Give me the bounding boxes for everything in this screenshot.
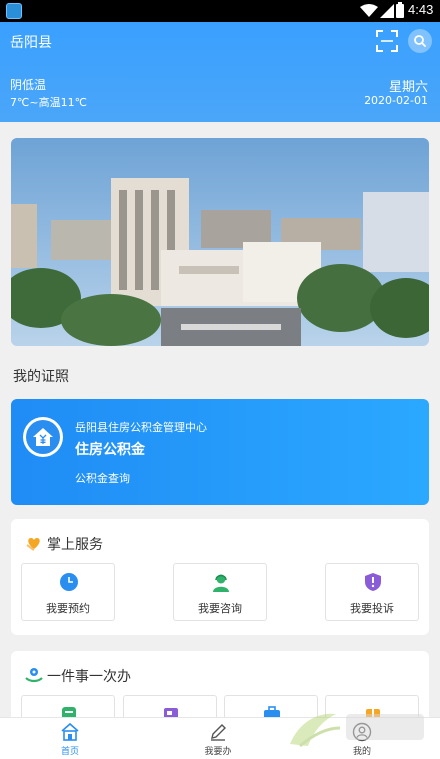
house-yuan-icon — [26, 420, 60, 454]
nav-apply[interactable]: 我要办 — [188, 718, 248, 759]
wifi-icon — [360, 4, 378, 17]
home-icon — [61, 722, 79, 741]
heart-hand-icon — [26, 538, 40, 551]
battery-icon — [396, 2, 404, 18]
consultation-label: 我要咨询 — [198, 602, 242, 615]
complaint-label: 我要投诉 — [350, 602, 394, 615]
nav-home-label: 首页 — [60, 747, 79, 757]
app-notification-icon — [6, 3, 22, 19]
clock-icon — [60, 573, 78, 591]
nav-apply-label: 我要办 — [204, 747, 232, 757]
one-thing-title: 一件事一次办 — [47, 669, 131, 685]
banner-image[interactable] — [11, 138, 429, 346]
current-date: 2020-02-01 — [364, 94, 428, 107]
status-time: 4:43 — [408, 2, 434, 17]
consultant-icon — [213, 574, 229, 592]
license-name: 住房公积金 — [75, 442, 145, 458]
services-panel: 掌上服务 我要预约 我要咨询 我要投诉 — [11, 519, 429, 635]
temperature-range: 7℃~高温11℃ — [10, 96, 87, 109]
government-building-photo — [11, 138, 429, 346]
status-bar: 4:43 — [0, 0, 440, 22]
weather-condition: 阴低温 — [10, 78, 47, 92]
fund-query-link[interactable]: 公积金查询 — [75, 470, 130, 486]
consultation-tile[interactable]: 我要咨询 — [173, 563, 267, 621]
watermark-logo — [290, 713, 424, 748]
pen-icon — [211, 724, 226, 741]
weekday: 星期六 — [388, 80, 428, 95]
search-button[interactable] — [408, 29, 432, 53]
location-selector[interactable]: 岳阳县 — [10, 32, 52, 52]
appointment-tile[interactable]: 我要预约 — [21, 563, 115, 621]
location-hand-icon — [25, 668, 43, 683]
housing-fund-card[interactable]: 岳阳县住房公积金管理中心 住房公积金 公积金查询 — [11, 399, 429, 505]
housing-fund-badge — [23, 417, 63, 457]
search-icon — [414, 35, 426, 47]
scan-icon[interactable] — [376, 30, 398, 52]
licenses-section-title: 我的证照 — [13, 369, 69, 385]
signal-icon — [380, 4, 394, 18]
nav-home[interactable]: 首页 — [40, 718, 100, 759]
appointment-label: 我要预约 — [46, 602, 90, 615]
complaint-tile[interactable]: 我要投诉 — [325, 563, 419, 621]
license-issuer: 岳阳县住房公积金管理中心 — [75, 421, 207, 434]
complaint-shield-icon — [365, 573, 381, 591]
services-title: 掌上服务 — [47, 537, 103, 553]
app-header: 岳阳县 阴低温 7℃~高温11℃ 星期六 2020-02-01 — [0, 22, 440, 122]
